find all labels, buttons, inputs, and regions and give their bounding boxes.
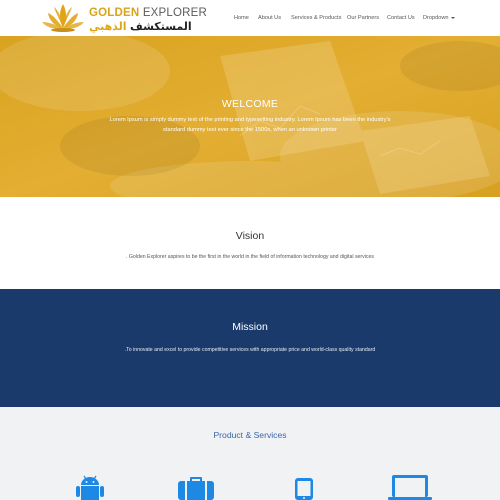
nav-dropdown-label: Dropdown xyxy=(423,15,449,21)
nav-about-us[interactable]: About Us xyxy=(258,15,281,22)
vision-text: . Golden Explorer aspires to be the firs… xyxy=(126,254,374,260)
hero-banner: WELCOME Lorem Ipsum is simply dummy text… xyxy=(0,36,500,197)
nav-our-partners[interactable]: Our Partners xyxy=(347,15,379,22)
mission-title: Mission xyxy=(232,321,268,333)
mobile-phone-icon[interactable] xyxy=(295,478,313,500)
mission-text: .To innovate and excel to provide compet… xyxy=(124,347,376,353)
hero-text: Lorem Ipsum is simply dummy text of the … xyxy=(109,117,391,133)
nav-dropdown[interactable]: Dropdown xyxy=(423,15,455,22)
main-nav: Home About Us Services & Products Our Pa… xyxy=(0,0,500,36)
vision-title: Vision xyxy=(235,230,265,242)
android-icon[interactable] xyxy=(75,475,105,500)
products-title: Product & Services xyxy=(213,430,287,440)
products-section: Product & Services xyxy=(0,407,500,500)
caret-down-icon xyxy=(450,16,455,19)
nav-contact-us[interactable]: Contact Us xyxy=(387,15,415,22)
mission-section: Mission .To innovate and excel to provid… xyxy=(0,289,500,407)
vision-section: Vision . Golden Explorer aspires to be t… xyxy=(0,197,500,289)
laptop-icon[interactable] xyxy=(388,475,432,500)
site-header: GOLDEN EXPLORER المستكشف الذهبي Home Abo… xyxy=(0,0,500,36)
briefcase-icon[interactable] xyxy=(178,477,214,500)
nav-home[interactable]: Home xyxy=(234,15,249,22)
nav-services-products[interactable]: Services & Products xyxy=(291,15,341,22)
hero-title: WELCOME xyxy=(221,98,279,110)
